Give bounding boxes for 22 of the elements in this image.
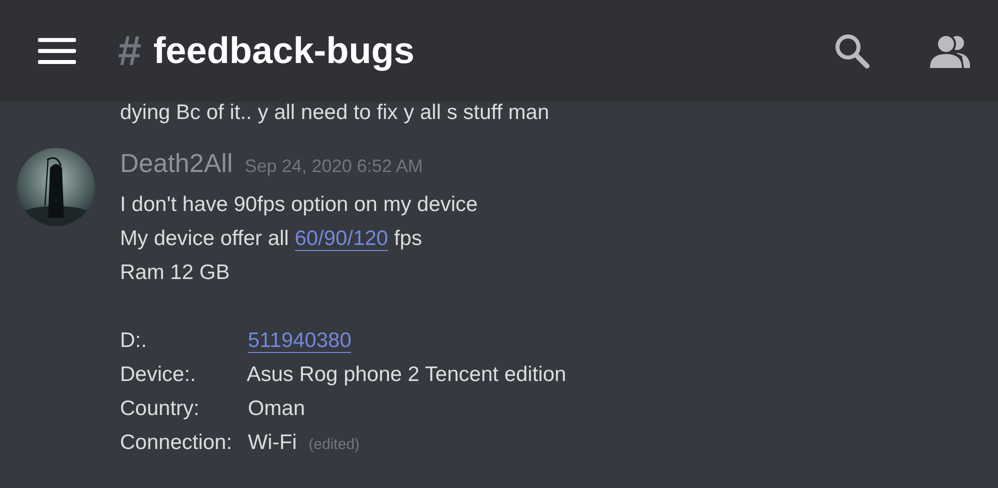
username[interactable]: Death2All [120,148,233,179]
search-icon[interactable] [834,33,870,69]
hash-icon: # [118,27,142,75]
edited-marker: (edited) [308,436,360,453]
field-label: Connection: [120,430,234,456]
field-value: Asus Rog phone 2 Tencent edition [246,363,566,386]
message-text: I don't have 90fps option on my device [120,193,478,216]
message-text: fps [392,227,422,250]
link[interactable]: 60/90/120 [294,227,388,251]
field-value: Oman [248,397,306,420]
field-label: D:. [120,328,148,354]
message-text: dying Bc of it.. y all need to fix y all s stuff man [119,102,550,124]
menu-icon[interactable] [38,38,76,64]
field-value: Wi-Fi [248,431,297,454]
message-text: Ram 12 GB [120,261,230,284]
field-label: Device:. [120,362,197,388]
field-label: Country: [120,396,200,422]
message-text: My device offer all [120,227,290,250]
link[interactable]: 511940380 [248,329,352,353]
timestamp: Sep 24, 2020 6:52 AM [244,156,423,177]
channel-title: feedback-bugs [153,30,414,72]
members-icon[interactable] [928,34,970,68]
